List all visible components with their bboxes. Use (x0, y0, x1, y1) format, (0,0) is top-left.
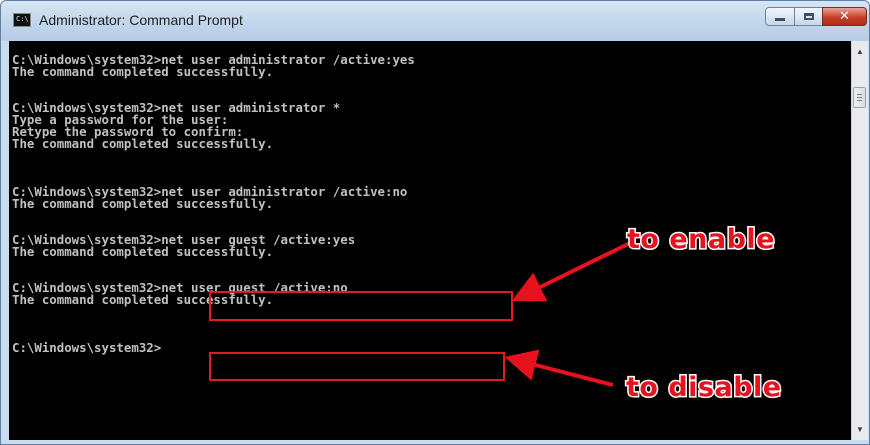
enable-arrow (511, 241, 631, 302)
to-disable-label: to disable (625, 371, 783, 405)
to-enable-label: to enable (625, 223, 776, 257)
disable-arrow (504, 349, 614, 387)
